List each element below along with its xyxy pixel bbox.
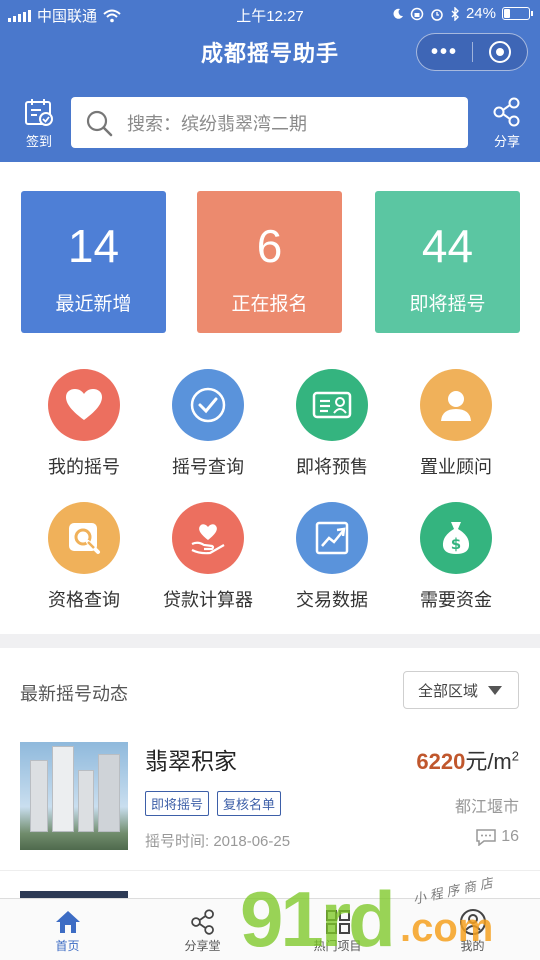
svg-text:$: $ xyxy=(451,535,461,553)
stat-label: 最近新增 xyxy=(55,294,132,315)
menu-label: 需要资金 xyxy=(420,590,492,610)
comment-count[interactable]: 16 xyxy=(475,828,519,846)
section-divider xyxy=(0,634,540,648)
stat-label: 即将摇号 xyxy=(409,294,486,315)
stat-label: 正在报名 xyxy=(231,294,308,315)
lock-rotation-icon xyxy=(410,7,424,20)
price-unit-superscript: 2 xyxy=(511,748,519,764)
alarm-icon xyxy=(431,8,443,21)
target-icon xyxy=(488,41,511,63)
menu-item-transaction-data[interactable]: 交易数据 xyxy=(267,502,397,612)
tab-bar: 首页 分享堂 热门项目 我的 xyxy=(0,898,540,960)
search-placeholder: 搜索：缤纷翡翠湾二期 xyxy=(127,113,307,134)
menu-item-my-lottery[interactable]: 我的摇号 xyxy=(19,369,149,479)
tab-label: 热门项目 xyxy=(313,939,362,953)
hand-heart-icon xyxy=(191,524,225,555)
comment-count-value: 16 xyxy=(501,828,519,845)
battery-percent: 24% xyxy=(465,5,496,22)
menu-label: 置业顾问 xyxy=(420,457,492,477)
menu-icon-bg xyxy=(48,369,120,441)
tab-home[interactable]: 首页 xyxy=(0,899,135,960)
area-filter-label: 全部区域 xyxy=(418,682,479,700)
menu-item-funds-needed[interactable]: $ 需要资金 xyxy=(391,502,521,612)
tab-label: 首页 xyxy=(55,939,80,953)
bluetooth-icon xyxy=(451,6,459,21)
battery-icon xyxy=(502,7,533,20)
id-card-icon xyxy=(312,391,352,419)
menu-icon-bg xyxy=(420,369,492,441)
menu-item-qualification[interactable]: 资格查询 xyxy=(19,502,149,612)
comment-icon xyxy=(476,829,496,846)
status-right: 24% xyxy=(392,5,533,22)
moon-icon xyxy=(393,8,403,19)
close-button[interactable] xyxy=(473,41,527,63)
heart-icon xyxy=(66,389,102,420)
list-item-partial[interactable] xyxy=(0,870,540,911)
stat-tile-upcoming[interactable]: 44 即将摇号 xyxy=(375,191,520,333)
lottery-time: 摇号时间: 2018-06-25 xyxy=(145,833,291,850)
stat-value: 6 xyxy=(256,220,283,272)
header: 中国联通 上午12:27 24% 成都摇号助手 ••• 签到 搜索：缤纷翡翠湾二… xyxy=(0,0,540,162)
menu-item-consultant[interactable]: 置业顾问 xyxy=(391,369,521,479)
price-unit: 元/m xyxy=(465,749,512,774)
magnifier-icon xyxy=(69,523,100,554)
tab-label: 我的 xyxy=(460,939,485,953)
share-label: 分享 xyxy=(493,134,520,149)
area-filter-dropdown[interactable]: 全部区域 xyxy=(403,671,519,709)
grid-icon xyxy=(325,910,350,934)
menu-item-loan-calculator[interactable]: 贷款计算器 xyxy=(143,502,273,612)
miniprogram-capsule: ••• xyxy=(416,33,528,71)
list-item[interactable]: 翡翠积家 即将摇号 复核名单 摇号时间: 2018-06-25 6220元/m2… xyxy=(0,742,540,868)
stat-tile-recent[interactable]: 14 最近新增 xyxy=(21,191,166,333)
menu-icon-bg xyxy=(48,502,120,574)
menu-label: 即将预售 xyxy=(296,457,368,477)
tab-mine[interactable]: 我的 xyxy=(405,899,540,960)
menu-label: 摇号查询 xyxy=(172,457,244,477)
person-icon xyxy=(441,391,471,421)
calendar-check-icon xyxy=(25,99,53,126)
menu-icon-bg xyxy=(296,369,368,441)
search-input[interactable]: 搜索：缤纷翡翠湾二期 xyxy=(71,97,468,148)
user-icon xyxy=(459,909,486,935)
menu-icon-bg: $ xyxy=(420,502,492,574)
search-icon xyxy=(86,110,113,136)
tab-label: 分享堂 xyxy=(184,939,221,953)
menu-icon-bg xyxy=(172,369,244,441)
menu-label: 我的摇号 xyxy=(48,457,120,477)
menu-icon-bg xyxy=(172,502,244,574)
checkin-button[interactable]: 签到 xyxy=(16,96,62,150)
tab-share-hall[interactable]: 分享堂 xyxy=(135,899,270,960)
project-tags: 即将摇号 复核名单 xyxy=(145,791,282,816)
stat-tile-registering[interactable]: 6 正在报名 xyxy=(197,191,342,333)
status-bar: 中国联通 上午12:27 24% xyxy=(0,0,540,28)
menu-icon-bg xyxy=(296,502,368,574)
checkin-label: 签到 xyxy=(25,134,52,149)
feed-title: 最新摇号动态 xyxy=(20,684,128,704)
menu-label: 交易数据 xyxy=(296,590,368,610)
menu-label: 贷款计算器 xyxy=(163,590,253,610)
price-value: 6220 xyxy=(416,749,466,774)
money-bag-icon: $ xyxy=(442,522,470,554)
home-icon xyxy=(55,911,80,933)
more-button[interactable]: ••• xyxy=(417,41,472,64)
status-tag: 即将摇号 xyxy=(145,791,210,816)
check-icon xyxy=(190,387,226,423)
menu-label: 资格查询 xyxy=(48,590,120,610)
stat-value: 14 xyxy=(67,220,120,272)
menu-item-presale[interactable]: 即将预售 xyxy=(267,369,397,479)
tab-hot-projects[interactable]: 热门项目 xyxy=(270,899,405,960)
triangle-down-icon xyxy=(488,685,503,695)
share-button[interactable]: 分享 xyxy=(484,96,530,150)
stat-value: 44 xyxy=(421,220,474,272)
trend-chart-icon xyxy=(315,521,349,555)
status-tag: 复核名单 xyxy=(217,791,282,816)
project-price: 6220元/m2 xyxy=(416,744,519,776)
project-name: 翡翠积家 xyxy=(145,748,237,774)
project-thumbnail xyxy=(20,742,128,850)
share-icon xyxy=(190,909,214,935)
project-district: 都江堰市 xyxy=(454,799,519,816)
share-icon xyxy=(493,97,520,127)
menu-item-lottery-query[interactable]: 摇号查询 xyxy=(143,369,273,479)
